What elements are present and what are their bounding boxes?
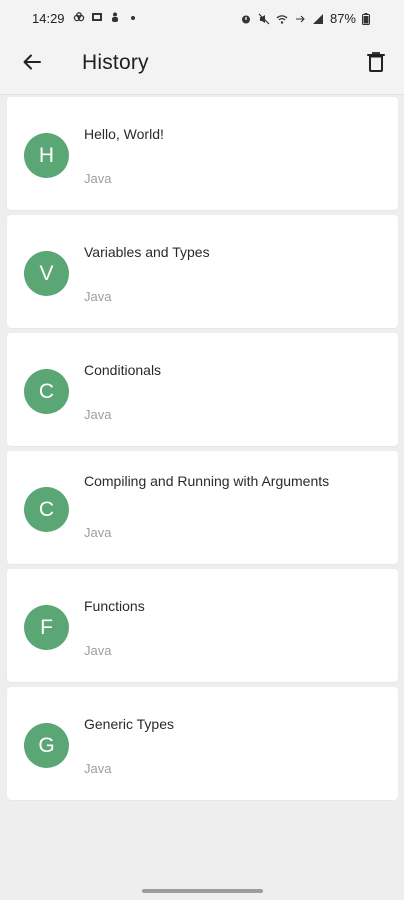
wifi-icon xyxy=(276,13,288,25)
battery-icon xyxy=(362,12,374,25)
alarm-icon xyxy=(240,13,252,25)
history-language: Java xyxy=(84,525,112,540)
person-icon xyxy=(109,11,121,23)
avatar: G xyxy=(24,723,69,768)
battery-percent: 87% xyxy=(329,11,356,26)
data-saver-icon xyxy=(294,13,306,25)
history-title: Generic Types xyxy=(84,716,175,732)
avatar: F xyxy=(24,605,69,650)
trash-icon xyxy=(366,51,386,78)
history-list: H Hello, World! Java V Variables and Typ… xyxy=(7,97,398,805)
screen: 14:29 87% History H Hello, World! Java V… xyxy=(0,0,404,900)
gesture-nav-handle[interactable] xyxy=(142,889,263,893)
image-icon xyxy=(91,11,103,23)
history-card[interactable]: G Generic Types Java xyxy=(7,687,398,800)
history-language: Java xyxy=(84,407,112,422)
history-card[interactable]: H Hello, World! Java xyxy=(7,97,398,210)
avatar: C xyxy=(24,487,69,532)
history-card[interactable]: C Conditionals Java xyxy=(7,333,398,446)
status-bar: 14:29 87% xyxy=(0,0,404,36)
mute-icon xyxy=(258,13,270,25)
history-card[interactable]: C Compiling and Running with Arguments J… xyxy=(7,451,398,564)
app-bar: History xyxy=(0,36,404,95)
status-right-icons: 87% xyxy=(240,11,374,26)
history-title: Hello, World! xyxy=(84,126,164,142)
history-title: Functions xyxy=(84,598,145,614)
history-title: Variables and Types xyxy=(84,244,210,260)
history-card[interactable]: V Variables and Types Java xyxy=(7,215,398,328)
dot-icon xyxy=(127,11,139,23)
history-language: Java xyxy=(84,171,112,186)
page-title: History xyxy=(82,51,149,74)
clear-history-button[interactable] xyxy=(360,48,392,80)
avatar: C xyxy=(24,369,69,414)
history-title: Compiling and Running with Arguments xyxy=(84,473,330,489)
status-left-icons xyxy=(73,11,139,23)
history-language: Java xyxy=(84,761,112,776)
signal-icon xyxy=(312,13,324,25)
history-language: Java xyxy=(84,643,112,658)
history-title: Conditionals xyxy=(84,362,162,378)
avatar: V xyxy=(24,251,69,296)
status-time: 14:29 xyxy=(32,11,65,26)
dropbox-icon xyxy=(73,11,85,23)
back-button[interactable] xyxy=(16,48,48,80)
history-language: Java xyxy=(84,289,112,304)
avatar: H xyxy=(24,133,69,178)
arrow-left-icon xyxy=(22,52,42,77)
history-card[interactable]: F Functions Java xyxy=(7,569,398,682)
